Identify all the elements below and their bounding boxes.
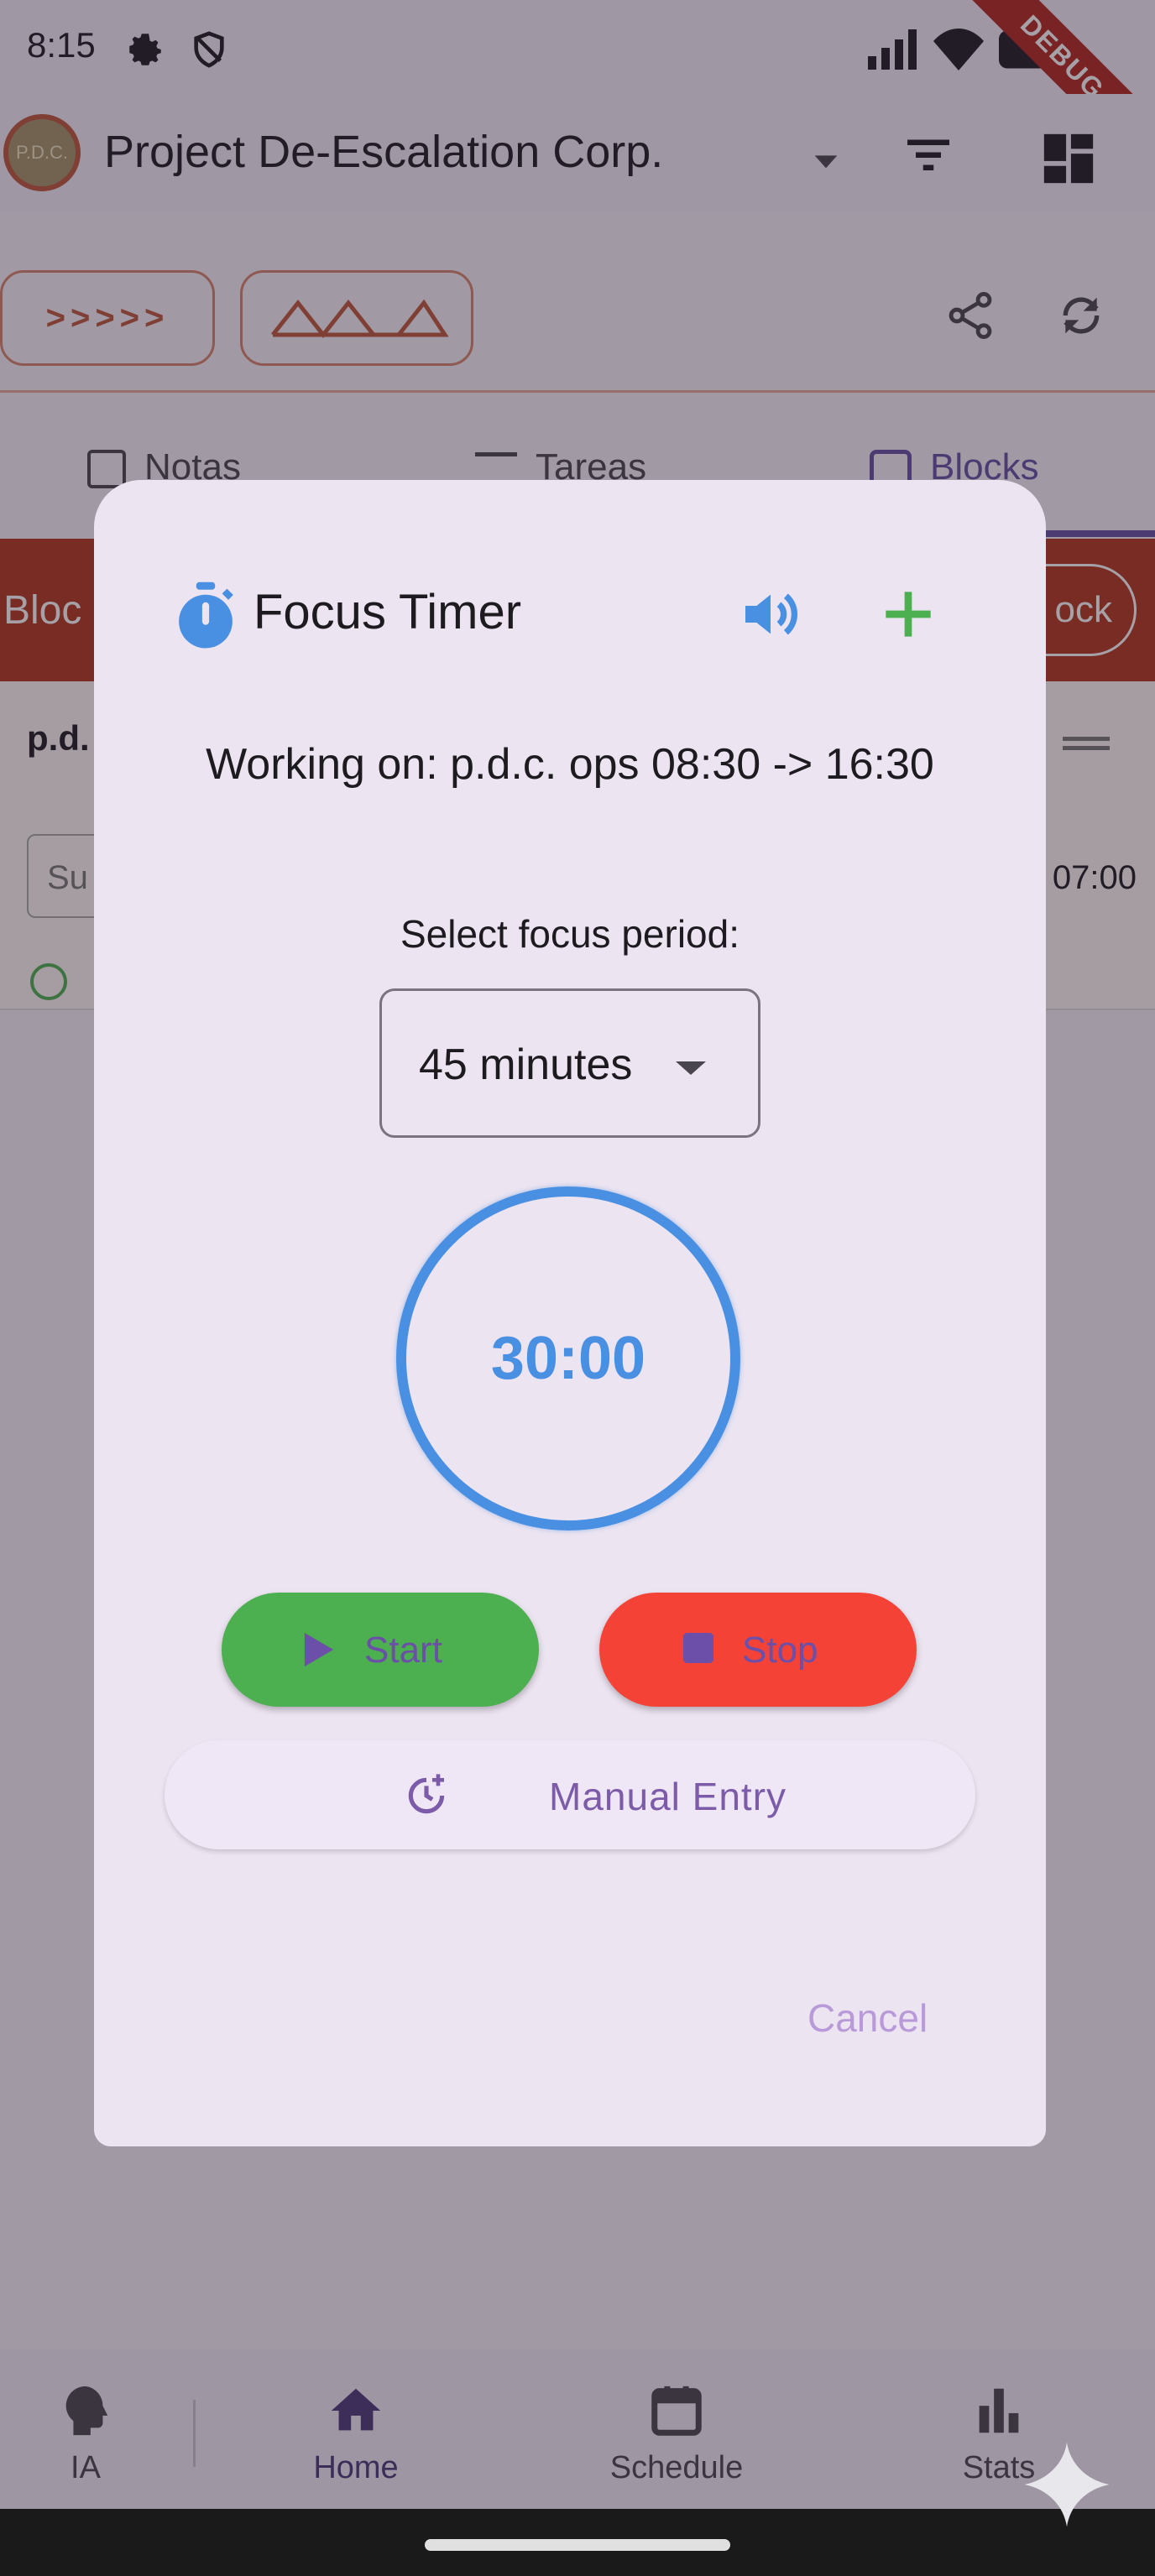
clock-add-icon [408, 1774, 445, 1814]
add-icon[interactable] [875, 581, 942, 648]
cancel-button[interactable]: Cancel [807, 1995, 928, 2041]
start-button[interactable]: Start [222, 1593, 539, 1707]
volume-icon[interactable] [737, 581, 804, 648]
play-icon [304, 1633, 334, 1666]
dialog-title: Focus Timer [253, 585, 522, 639]
stop-icon [683, 1633, 713, 1663]
stopwatch-icon [179, 581, 233, 649]
manual-entry-button[interactable]: Manual Entry [165, 1740, 975, 1849]
working-on-text: Working on: p.d.c. ops 08:30 -> 16:30 [206, 740, 934, 789]
app-screen: 8:15 DEBUG P.D.C. Project De-Escalation … [0, 0, 1155, 2509]
caret-down-icon [676, 1061, 706, 1075]
home-indicator[interactable] [425, 2539, 730, 2551]
select-period-label: Select focus period: [400, 912, 740, 956]
selected-period-value: 45 minutes [419, 1040, 633, 1089]
sparkle-icon [1024, 2442, 1110, 2527]
stop-button[interactable]: Stop [599, 1593, 917, 1707]
focus-period-select[interactable]: 45 minutes [379, 988, 760, 1138]
timer-ring: 30:00 [396, 1186, 740, 1530]
focus-timer-dialog: Focus Timer Working on: p.d.c. ops 08:30… [94, 480, 1046, 2146]
timer-display: 30:00 [490, 1325, 646, 1392]
